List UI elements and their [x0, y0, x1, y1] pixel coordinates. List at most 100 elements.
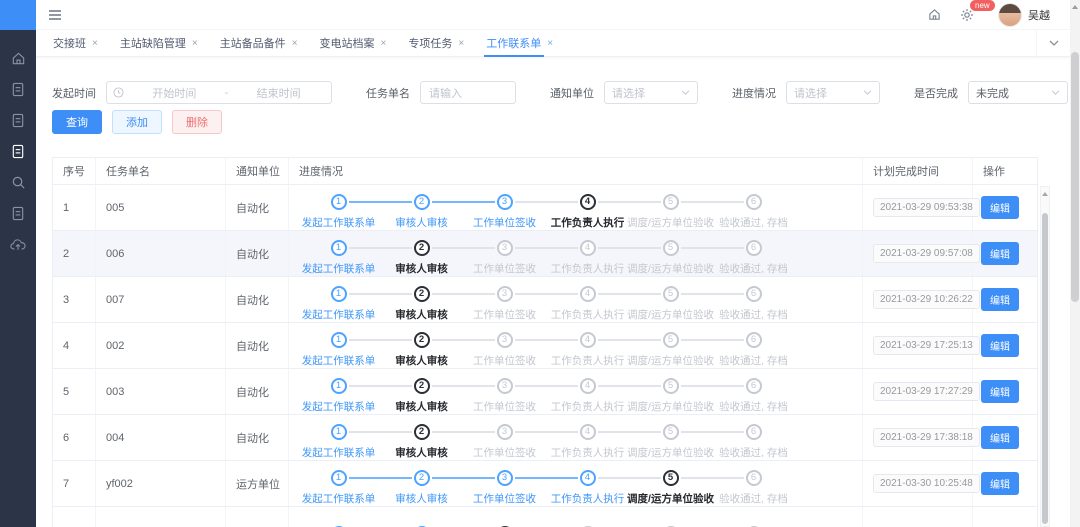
tab-close-icon[interactable]: ×: [458, 38, 464, 49]
sidebar-item-file-2[interactable]: [0, 105, 36, 136]
app-logo[interactable]: [0, 0, 36, 30]
step-2: 2审核人审核: [380, 424, 463, 460]
sidebar-item-home-0[interactable]: [0, 43, 36, 74]
edit-button[interactable]: 编辑: [981, 334, 1019, 357]
step-number: 4: [580, 286, 596, 302]
edit-button[interactable]: 编辑: [981, 472, 1019, 495]
step-label: 发起工作联系单: [302, 399, 376, 414]
user-avatar[interactable]: [998, 3, 1022, 27]
plan-time-box: 2021-03-29 09:57:08: [873, 244, 980, 263]
edit-button[interactable]: 编辑: [981, 380, 1019, 403]
step-number: 5: [663, 332, 679, 348]
search-button[interactable]: 查询: [52, 110, 102, 134]
tab-label: 主站缺陷管理: [120, 35, 186, 51]
chevron-down-icon: [681, 90, 690, 95]
cell-operation: 编辑: [973, 461, 1039, 506]
step-6: 6验收通过, 存档: [712, 332, 795, 368]
table-vertical-scrollbar[interactable]: [1040, 186, 1050, 527]
table-row[interactable]: 3007自动化1发起工作联系单2审核人审核3工作单位签收4工作负责人执行5调度/…: [53, 277, 1037, 323]
step-number: 6: [746, 378, 762, 394]
edit-button[interactable]: 编辑: [981, 426, 1019, 449]
edit-button[interactable]: 编辑: [981, 242, 1019, 265]
page-vertical-scrollbar[interactable]: [1070, 0, 1080, 527]
delete-button[interactable]: 删除: [172, 110, 222, 134]
progress-select[interactable]: 请选择: [786, 81, 880, 104]
step-number: 1: [331, 470, 347, 486]
tab-close-icon[interactable]: ×: [547, 38, 553, 49]
complete-select[interactable]: 未完成: [968, 81, 1068, 104]
edit-button[interactable]: 编辑: [981, 196, 1019, 219]
tab-2[interactable]: 主站备品备件×: [209, 30, 309, 57]
cell-operation: 编辑: [973, 231, 1039, 276]
tab-0[interactable]: 交接班 ×: [42, 30, 109, 57]
cell-notify-unit: 自动化: [226, 415, 289, 460]
step-label: 工作负责人执行: [551, 491, 625, 506]
sidebar-item-cloud-upload-6[interactable]: [0, 229, 36, 260]
step-label: 验收通过, 存档: [719, 491, 788, 506]
tab-3[interactable]: 变电站档案 ×: [309, 30, 398, 57]
table-row[interactable]: 123456: [53, 507, 1037, 527]
table-row[interactable]: 5003自动化1发起工作联系单2审核人审核3工作单位签收4工作负责人执行5调度/…: [53, 369, 1037, 415]
table-row[interactable]: 7yf002运方单位1发起工作联系单2审核人审核3工作单位签收4工作负责人执行5…: [53, 461, 1037, 507]
step-label: 调度/运方单位验收: [627, 445, 714, 460]
step-6: 6验收通过, 存档: [712, 286, 795, 322]
cell-task-name: 006: [96, 231, 226, 276]
step-label: 发起工作联系单: [302, 445, 376, 460]
table-scrollbar-thumb[interactable]: [1042, 213, 1048, 524]
cell-progress: 1发起工作联系单2审核人审核3工作单位签收4工作负责人执行5调度/运方单位验收6…: [289, 185, 863, 230]
file-icon: [11, 144, 25, 159]
sidebar-item-file-5[interactable]: [0, 198, 36, 229]
step-number: 3: [497, 286, 513, 302]
cell-operation: 编辑: [973, 369, 1039, 414]
start-time-label: 发起时间: [52, 85, 96, 101]
step-number: 1: [331, 286, 347, 302]
step-number: 3: [497, 378, 513, 394]
tab-label: 专项任务: [408, 35, 452, 51]
tab-1[interactable]: 主站缺陷管理 ×: [109, 30, 209, 57]
tab-close-icon[interactable]: ×: [92, 38, 98, 49]
user-name[interactable]: 吴越: [1028, 7, 1050, 23]
tab-label: 交接班: [53, 35, 86, 51]
home-icon[interactable]: [928, 8, 941, 21]
step-number: 6: [746, 286, 762, 302]
tab-close-icon[interactable]: ×: [292, 38, 298, 49]
edit-button[interactable]: 编辑: [981, 288, 1019, 311]
step-6: 6验收通过, 存档: [712, 378, 795, 414]
step-label: 验收通过, 存档: [719, 261, 788, 276]
cell-task-name: 004: [96, 415, 226, 460]
date-range-input[interactable]: 开始时间 - 结束时间: [106, 81, 332, 104]
tab-list-dropdown-button[interactable]: [1036, 30, 1070, 57]
hamburger-menu-icon[interactable]: [48, 9, 62, 21]
notify-unit-select[interactable]: 请选择: [604, 81, 698, 104]
page-scrollbar-thumb[interactable]: [1071, 52, 1079, 302]
table-row[interactable]: 2006自动化1发起工作联系单2审核人审核3工作单位签收4工作负责人执行5调度/…: [53, 231, 1037, 277]
sidebar-item-file-3[interactable]: [0, 136, 36, 167]
cell-notify-unit: 运方单位: [226, 461, 289, 506]
step-label: 工作单位签收: [473, 399, 536, 414]
table-row[interactable]: 4002自动化1发起工作联系单2审核人审核3工作单位签收4工作负责人执行5调度/…: [53, 323, 1037, 369]
scroll-up-arrow-icon[interactable]: [1042, 192, 1048, 196]
step-number: 5: [663, 286, 679, 302]
tab-label: 变电站档案: [320, 35, 375, 51]
add-button[interactable]: 添加: [112, 110, 162, 134]
task-name-input[interactable]: 请输入: [420, 81, 516, 104]
step-number: 1: [331, 424, 347, 440]
column-header-0: 序号: [53, 158, 96, 184]
tab-5[interactable]: 工作联系单×: [475, 30, 564, 57]
table-row[interactable]: 6004自动化1发起工作联系单2审核人审核3工作单位签收4工作负责人执行5调度/…: [53, 415, 1037, 461]
table-row[interactable]: 1005自动化1发起工作联系单2审核人审核3工作单位签收4工作负责人执行5调度/…: [53, 185, 1037, 231]
step-4: 4工作负责人执行: [546, 470, 629, 506]
step-4: 4工作负责人执行: [546, 240, 629, 276]
sidebar-item-file-1[interactable]: [0, 74, 36, 105]
cell-plan-time: 2021-03-29 17:38:18: [863, 415, 973, 460]
step-number: 2: [414, 286, 430, 302]
tab-close-icon[interactable]: ×: [381, 38, 387, 49]
scroll-up-arrow-icon[interactable]: [1072, 5, 1078, 9]
tab-4[interactable]: 专项任务 ×: [397, 30, 475, 57]
step-1: 1发起工作联系单: [297, 378, 380, 414]
step-label: 发起工作联系单: [302, 307, 376, 322]
cell-index: 1: [53, 185, 96, 230]
sidebar-item-search-4[interactable]: [0, 167, 36, 198]
tab-close-icon[interactable]: ×: [192, 38, 198, 49]
progress-steps: 1发起工作联系单2审核人审核3工作单位签收4工作负责人执行5调度/运方单位验收6…: [289, 462, 862, 506]
